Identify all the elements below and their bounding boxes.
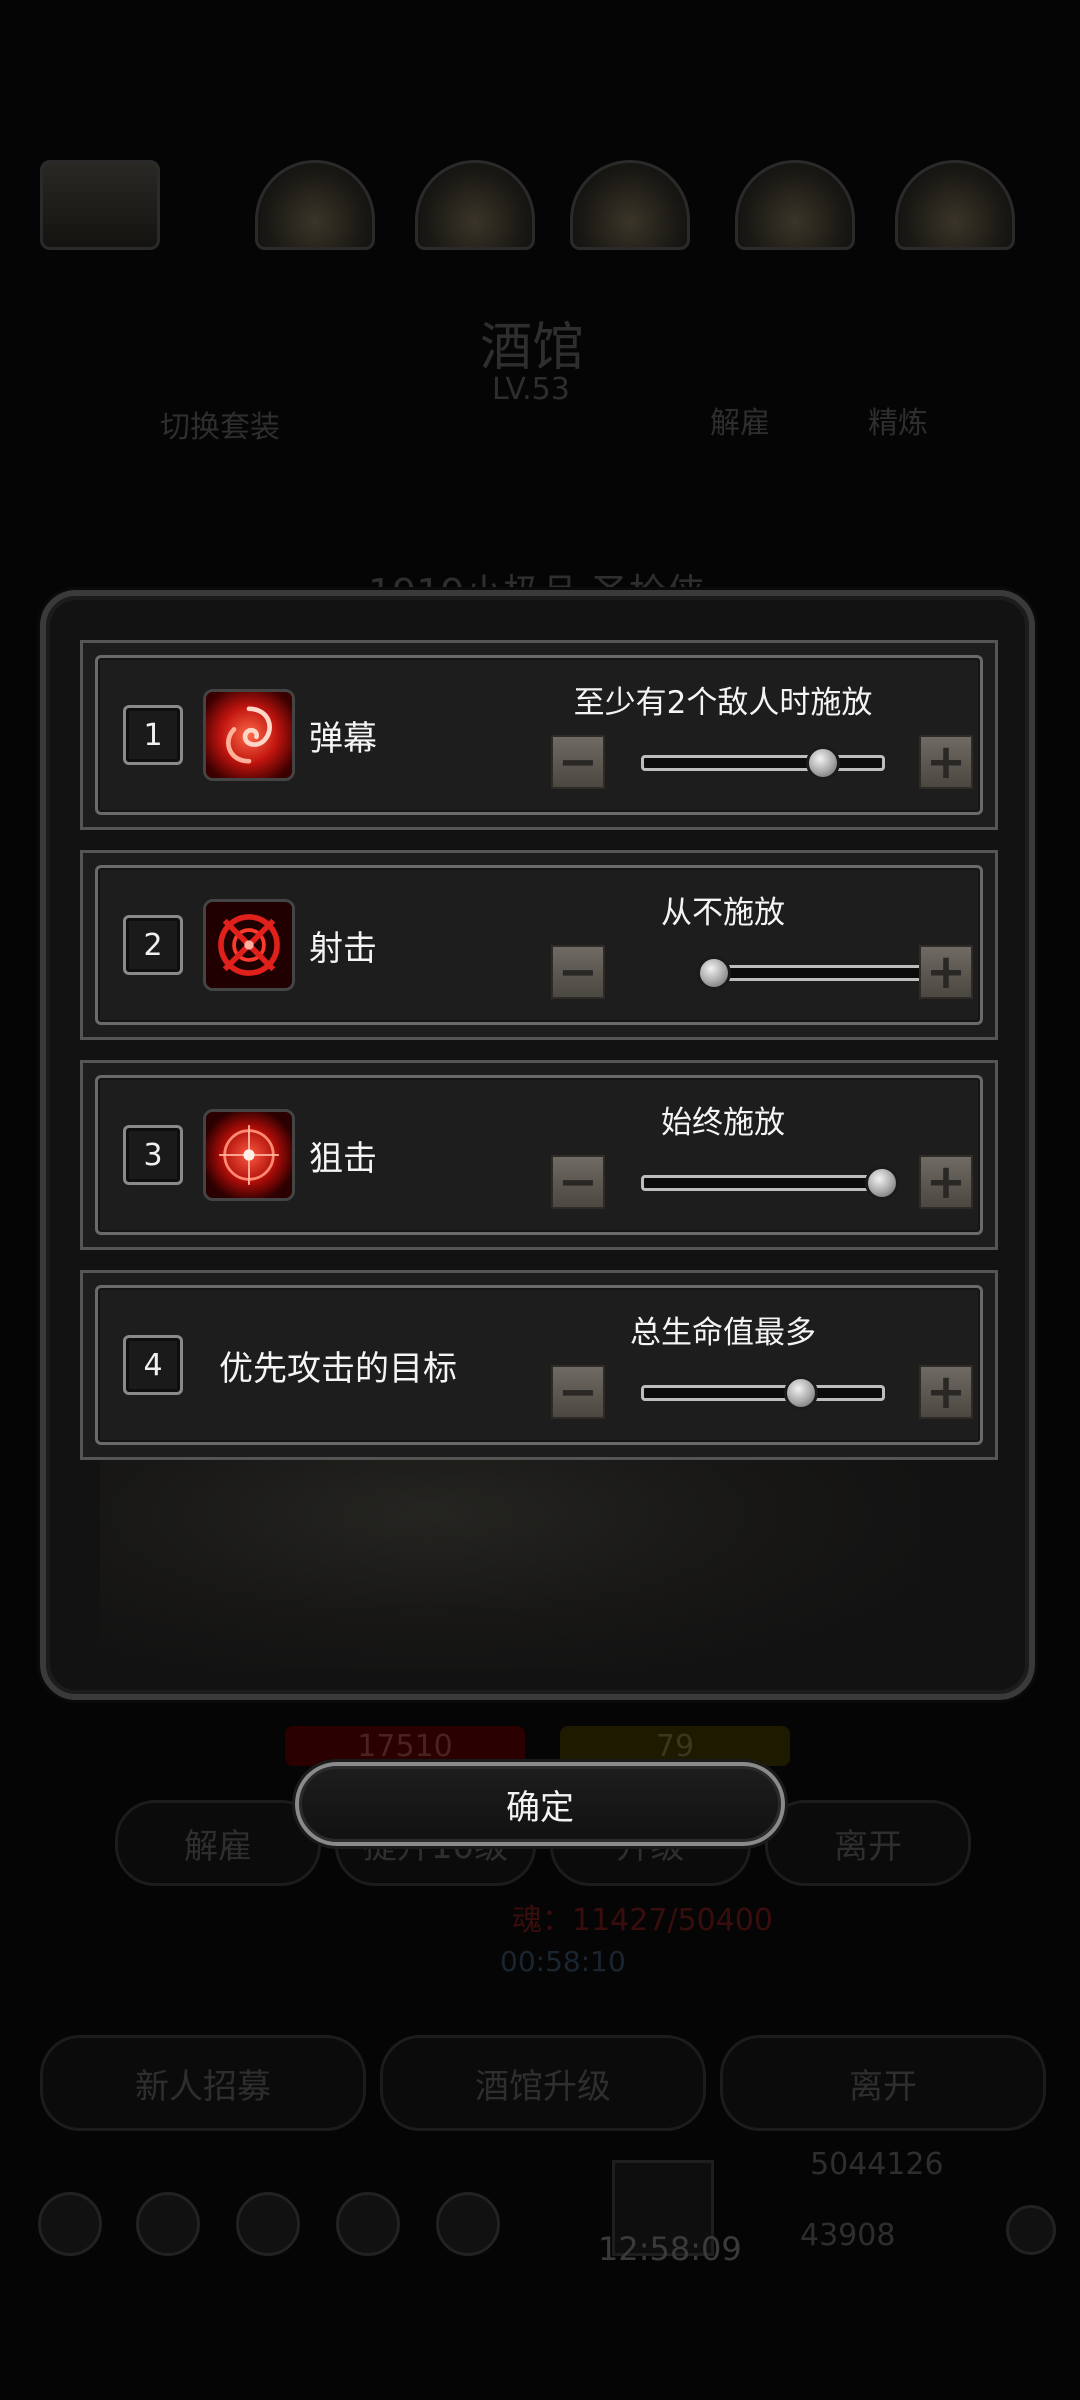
class-icon-1 — [255, 160, 375, 250]
skill-index-badge: 1 — [123, 705, 183, 765]
skill-row-2: 2 射击 从不施放 − + — [80, 850, 998, 1040]
skill-index-badge: 3 — [123, 1125, 183, 1185]
slider-handle[interactable] — [697, 956, 731, 990]
cast-condition-slider[interactable] — [641, 1166, 899, 1200]
increase-button[interactable]: + — [919, 1155, 973, 1209]
bg-energy-bar: 79 — [560, 1726, 790, 1766]
barrage-icon — [203, 689, 295, 781]
bg-menu-icon-1 — [38, 2192, 102, 2256]
skill-name: 弹幕 — [309, 719, 377, 759]
cast-condition-text: 从不施放 — [661, 895, 785, 931]
hero-portrait-icon — [40, 160, 160, 250]
bg-hero-name: 酒馆 — [480, 318, 585, 378]
skill-row-3: 3 狙击 始终施放 − + — [80, 1060, 998, 1250]
skill-name: 射击 — [309, 929, 377, 969]
class-icon-3 — [570, 160, 690, 250]
class-icon-5 — [895, 160, 1015, 250]
skill-index-badge: 4 — [123, 1335, 183, 1395]
class-icon-4 — [735, 160, 855, 250]
bg-add-icon — [1006, 2205, 1056, 2255]
decrease-button[interactable]: − — [551, 735, 605, 789]
bg-soul-text: 魂：11427/50400 — [512, 1903, 773, 1938]
bg-menu-icon-4 — [336, 2192, 400, 2256]
cast-condition-text: 始终施放 — [661, 1105, 785, 1141]
bg-menu-icon-5 — [436, 2192, 500, 2256]
bg-refine-top: 精炼 — [868, 406, 928, 441]
shoot-icon — [203, 899, 295, 991]
skill-row-1: 1 弹幕 至少有2个敌人时施放 − + — [80, 640, 998, 830]
bg-switch-outfit: 切换套装 — [160, 410, 280, 445]
bg-recruit-button: 新人招募 — [40, 2035, 366, 2131]
bg-gem-value: 43908 — [800, 2218, 896, 2253]
bg-gold-value: 5044126 — [810, 2147, 944, 2182]
class-icon-2 — [415, 160, 535, 250]
decrease-button[interactable]: − — [551, 1155, 605, 1209]
bg-tavern-upgrade-button: 酒馆升级 — [380, 2035, 706, 2131]
bg-dismiss-button: 解雇 — [115, 1800, 321, 1886]
slider-handle[interactable] — [865, 1166, 899, 1200]
skill-index-badge: 2 — [123, 915, 183, 975]
confirm-button[interactable]: 确定 — [295, 1762, 785, 1846]
skill-name: 狙击 — [309, 1139, 377, 1179]
target-priority-row: 4 优先攻击的目标 总生命值最多 − + — [80, 1270, 998, 1460]
slider-handle[interactable] — [784, 1376, 819, 1410]
decrease-button[interactable]: − — [551, 945, 605, 999]
cast-condition-text: 至少有2个敌人时施放 — [573, 685, 873, 721]
slider-handle[interactable] — [805, 746, 840, 780]
cast-condition-slider[interactable] — [641, 746, 885, 780]
target-priority-label: 优先攻击的目标 — [219, 1349, 457, 1389]
increase-button[interactable]: + — [919, 1365, 973, 1419]
bg-timer-text: 00:58:10 — [500, 1945, 626, 1978]
bg-dismiss-top: 解雇 — [710, 406, 770, 441]
decrease-button[interactable]: − — [551, 1365, 605, 1419]
bg-menu-icon-3 — [236, 2192, 300, 2256]
bg-leave-button: 离开 — [765, 1800, 971, 1886]
target-priority-text: 总生命值最多 — [630, 1315, 816, 1351]
target-priority-slider[interactable] — [641, 1376, 885, 1410]
bg-clock: 12:58:09 — [598, 2230, 742, 2268]
bg-leave-button-2: 离开 — [720, 2035, 1046, 2131]
increase-button[interactable]: + — [919, 735, 973, 789]
bg-level-badge: LV.53 — [492, 372, 570, 407]
bg-hp-bar: 17510 — [285, 1726, 525, 1766]
snipe-icon — [203, 1109, 295, 1201]
bg-menu-icon-2 — [136, 2192, 200, 2256]
increase-button[interactable]: + — [919, 945, 973, 999]
